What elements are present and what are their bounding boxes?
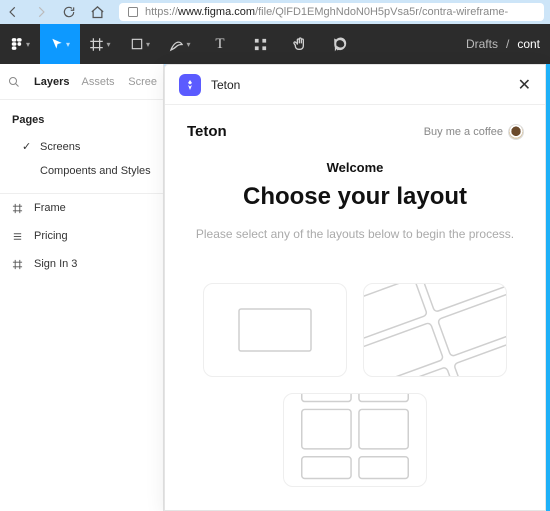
- layout-cards: [187, 283, 523, 487]
- plugin-name: Teton: [211, 78, 240, 92]
- text-tool-button[interactable]: T: [200, 24, 240, 64]
- hand-tool-button[interactable]: [280, 24, 320, 64]
- url-path: /file/QlFD1EMghNdoN0H5pVsa5r/contra-wire…: [255, 6, 508, 18]
- layout-card-single[interactable]: [203, 283, 347, 377]
- home-icon[interactable]: [90, 5, 105, 20]
- layer-item[interactable]: Frame: [0, 194, 163, 222]
- back-icon[interactable]: [6, 5, 20, 19]
- layer-label: Frame: [34, 202, 66, 214]
- layer-item[interactable]: Pricing: [0, 222, 163, 250]
- pen-tool-button[interactable]: ▾: [160, 24, 200, 64]
- breadcrumb-sep: /: [506, 37, 509, 51]
- buy-coffee-link[interactable]: Buy me a coffee: [424, 125, 523, 139]
- layer-item[interactable]: Sign In 3: [0, 250, 163, 278]
- page-item[interactable]: Compoents and Styles: [0, 159, 163, 183]
- left-panel: Layers Assets Scree Pages ✓ Screens Compoe…: [0, 64, 164, 511]
- browser-chrome: https://www.figma.com/file/QlFD1EMghNdoN…: [0, 0, 550, 24]
- subtext: Please select any of the layouts below t…: [187, 225, 523, 243]
- frame-icon: [12, 203, 24, 214]
- list-icon: [12, 231, 24, 242]
- buy-coffee-label: Buy me a coffee: [424, 126, 503, 138]
- layout-card-grid[interactable]: [283, 393, 427, 487]
- tab-page-dropdown[interactable]: Scree: [122, 76, 163, 88]
- close-button[interactable]: ✕: [518, 75, 531, 95]
- shape-tool-button[interactable]: ▾: [120, 24, 160, 64]
- plugin-header: Teton ✕: [165, 65, 545, 105]
- coffee-icon: [509, 125, 523, 139]
- move-tool-button[interactable]: ▾: [40, 24, 80, 64]
- page-item[interactable]: ✓ Screens: [0, 134, 163, 159]
- resources-button[interactable]: [240, 24, 280, 64]
- address-bar[interactable]: https://www.figma.com/file/QlFD1EMghNdoN…: [119, 3, 544, 21]
- search-icon[interactable]: [0, 76, 28, 88]
- plugin-panel: Teton ✕ Teton Buy me a coffee Welcome Ch…: [164, 64, 546, 511]
- left-panel-tabs: Layers Assets Scree: [0, 64, 163, 100]
- layout-card-diagonal[interactable]: [363, 283, 507, 377]
- plugin-brand: Teton: [187, 123, 227, 140]
- page-label: Compoents and Styles: [40, 165, 151, 177]
- page-label: Screens: [40, 141, 80, 153]
- url-prefix: https://: [145, 6, 178, 18]
- figma-menu-button[interactable]: ▾: [0, 24, 40, 64]
- layer-label: Pricing: [34, 230, 68, 242]
- tab-layers[interactable]: Layers: [28, 76, 75, 88]
- tab-assets[interactable]: Assets: [75, 76, 120, 88]
- headline: Choose your layout: [187, 183, 523, 211]
- plugin-body: Teton Buy me a coffee Welcome Choose you…: [165, 105, 545, 510]
- forward-icon: [34, 5, 48, 19]
- frame-tool-button[interactable]: ▾: [80, 24, 120, 64]
- app-toolbar: ▾ ▾ ▾ ▾ ▾ T Drafts / cont: [0, 24, 550, 64]
- comment-tool-button[interactable]: [320, 24, 360, 64]
- breadcrumb[interactable]: Drafts / cont: [466, 37, 550, 51]
- breadcrumb-root[interactable]: Drafts: [466, 37, 498, 51]
- frame-icon: [12, 259, 24, 270]
- reload-icon[interactable]: [62, 5, 76, 19]
- plugin-badge-icon: [179, 74, 201, 96]
- pages-label: Pages: [0, 100, 163, 134]
- layer-label: Sign In 3: [34, 258, 77, 270]
- url-host: www.figma.com: [178, 6, 255, 18]
- breadcrumb-current[interactable]: cont: [517, 37, 540, 51]
- check-icon: ✓: [22, 140, 32, 153]
- site-info-icon[interactable]: [127, 6, 139, 18]
- welcome-label: Welcome: [187, 160, 523, 175]
